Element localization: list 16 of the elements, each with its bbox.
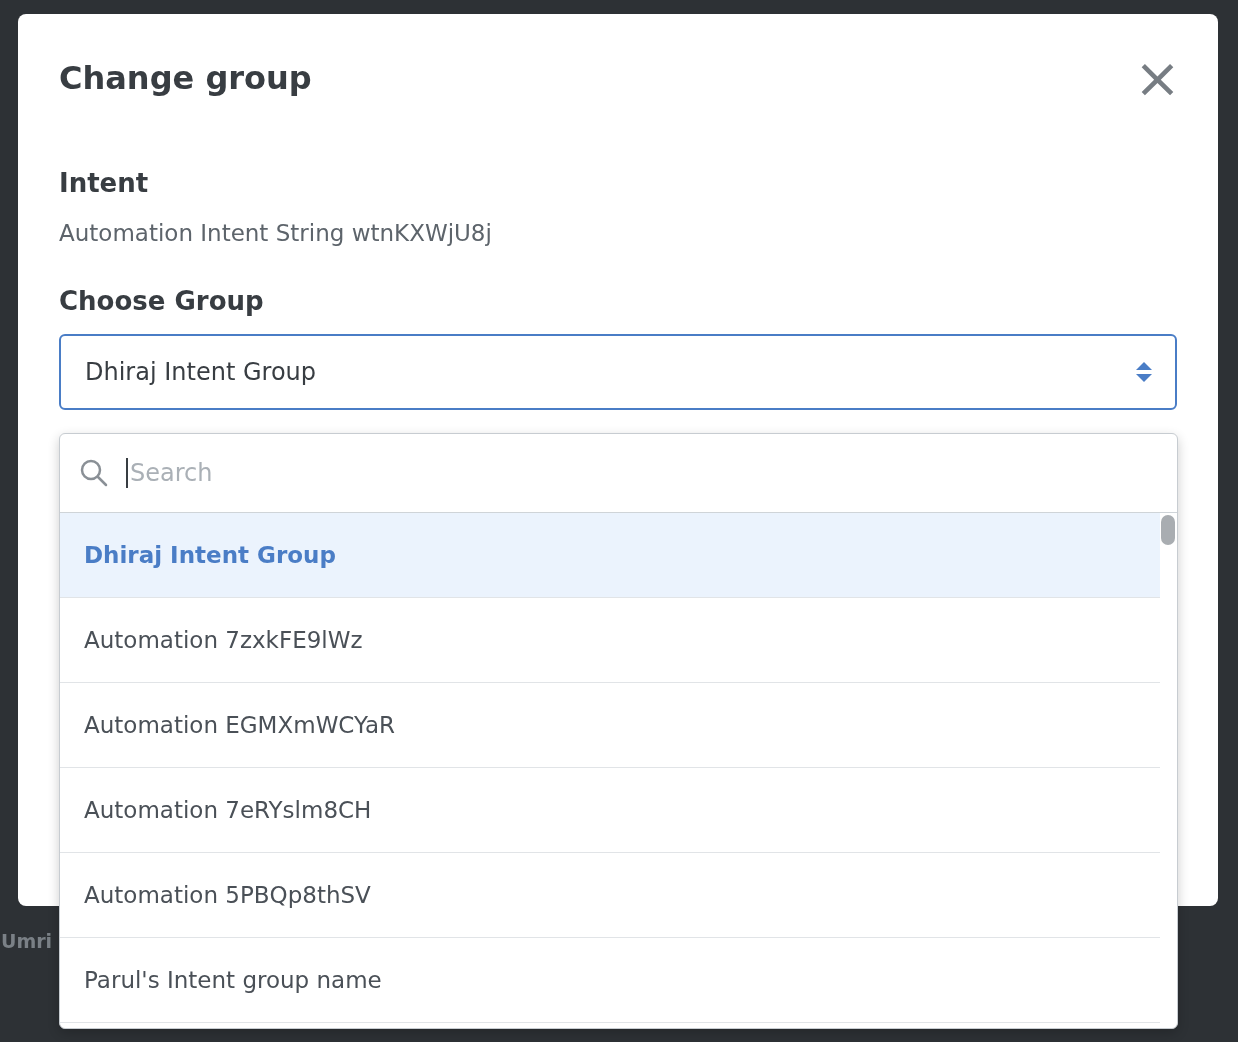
search-icon [80,459,108,487]
close-button[interactable]: × [1134,50,1181,106]
sort-arrows-icon [1135,360,1153,384]
dropdown-option[interactable]: Dhiraj Intent Group [60,513,1160,598]
dropdown-option[interactable]: Automation 7eRYslm8CH [60,768,1160,853]
field-label: Intent [59,168,150,198]
dropdown-option[interactable]: Automation 5PBQp8thSV [60,853,1160,938]
dropdown-option[interactable]: Automation EGMXmWCYaR [60,683,1160,768]
dialog-title: Change group [59,59,312,97]
dropdown-option[interactable]: Automation 7zxkFE9lWz [60,598,1160,683]
group-select[interactable]: Dhiraj Intent Group [59,334,1177,410]
dropdown-option[interactable]: Parul's Intent group name [60,938,1160,1023]
background-text: Umri [1,930,53,952]
field-label: Choose Group [59,286,265,316]
scrollbar-thumb[interactable] [1161,515,1175,545]
intent-value: Automation Intent String wtnKXWjU8j [59,220,493,246]
